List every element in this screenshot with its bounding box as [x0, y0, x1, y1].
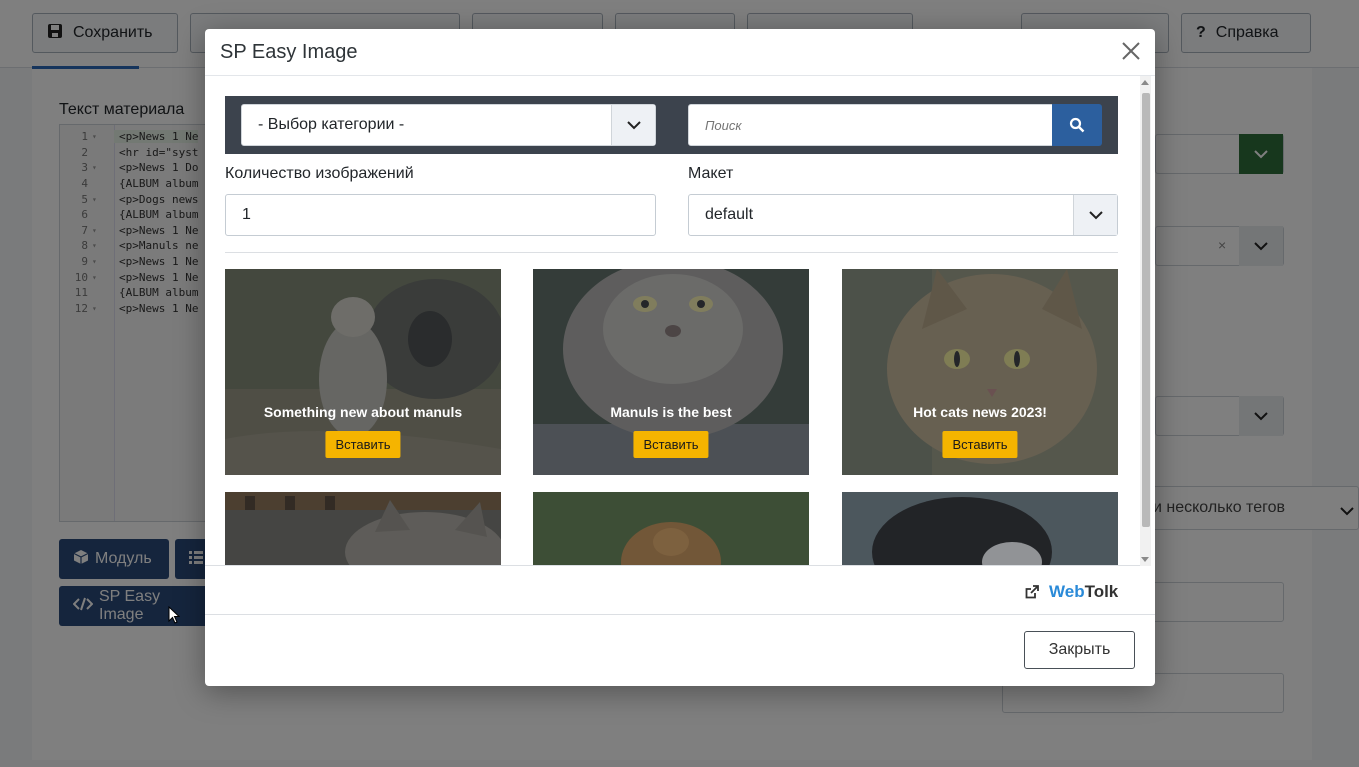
chevron-down-icon — [1073, 195, 1117, 235]
image-card[interactable] — [225, 492, 501, 566]
card-caption: Something new about manuls — [263, 404, 463, 420]
modal-title: SP Easy Image — [220, 41, 358, 63]
modal-body: - Выбор категории - Количество изображен… — [205, 76, 1155, 566]
search-button[interactable] — [1052, 104, 1102, 146]
brand-web: Web — [1049, 582, 1085, 601]
filter-bar: - Выбор категории - — [225, 96, 1118, 154]
scroll-thumb[interactable] — [1142, 93, 1150, 527]
card-shade — [225, 492, 501, 566]
search-input[interactable] — [688, 104, 1053, 146]
scroll-down-icon[interactable] — [1141, 557, 1149, 562]
sp-easy-image-modal: SP Easy Image - Выбор категории - Количе… — [205, 29, 1155, 686]
image-card[interactable] — [533, 492, 809, 566]
count-label: Количество изображений — [225, 165, 414, 182]
card-caption: Manuls is the best — [610, 404, 732, 420]
insert-button[interactable]: Вставить — [633, 431, 709, 458]
image-card[interactable] — [842, 492, 1118, 566]
modal-scrollbar[interactable] — [1140, 76, 1151, 566]
insert-button[interactable]: Вставить — [325, 431, 401, 458]
divider — [205, 614, 1155, 615]
image-card[interactable]: Manuls is the best Вставить — [533, 269, 809, 475]
close-icon[interactable] — [1119, 39, 1143, 63]
layout-select-value: default — [705, 206, 754, 223]
scroll-up-icon[interactable] — [1141, 80, 1149, 85]
webtolk-link[interactable]: WebTolk — [1025, 582, 1118, 602]
brand-tolk: Tolk — [1084, 582, 1119, 601]
webtolk-logo: WebTolk — [1049, 582, 1118, 602]
card-caption: Hot cats news 2023! — [913, 404, 1047, 420]
card-shade — [842, 492, 1118, 566]
mouse-cursor-icon — [168, 605, 181, 629]
image-card[interactable]: Hot cats news 2023! Вставить — [842, 269, 1118, 475]
insert-button[interactable]: Вставить — [942, 431, 1018, 458]
category-select-value: - Выбор категории - — [258, 116, 405, 133]
image-count-input[interactable] — [225, 194, 656, 236]
modal-header: SP Easy Image — [205, 29, 1155, 76]
search-icon — [1069, 117, 1085, 133]
category-select[interactable]: - Выбор категории - — [241, 104, 656, 146]
chevron-down-icon — [611, 105, 655, 145]
divider — [225, 252, 1118, 253]
image-card[interactable]: Something new about manuls Вставить — [225, 269, 501, 475]
layout-label: Макет — [688, 165, 734, 182]
card-shade — [533, 492, 809, 566]
layout-select[interactable]: default — [688, 194, 1118, 236]
divider — [205, 565, 1140, 566]
external-link-icon — [1025, 585, 1039, 599]
close-button[interactable]: Закрыть — [1024, 631, 1135, 669]
